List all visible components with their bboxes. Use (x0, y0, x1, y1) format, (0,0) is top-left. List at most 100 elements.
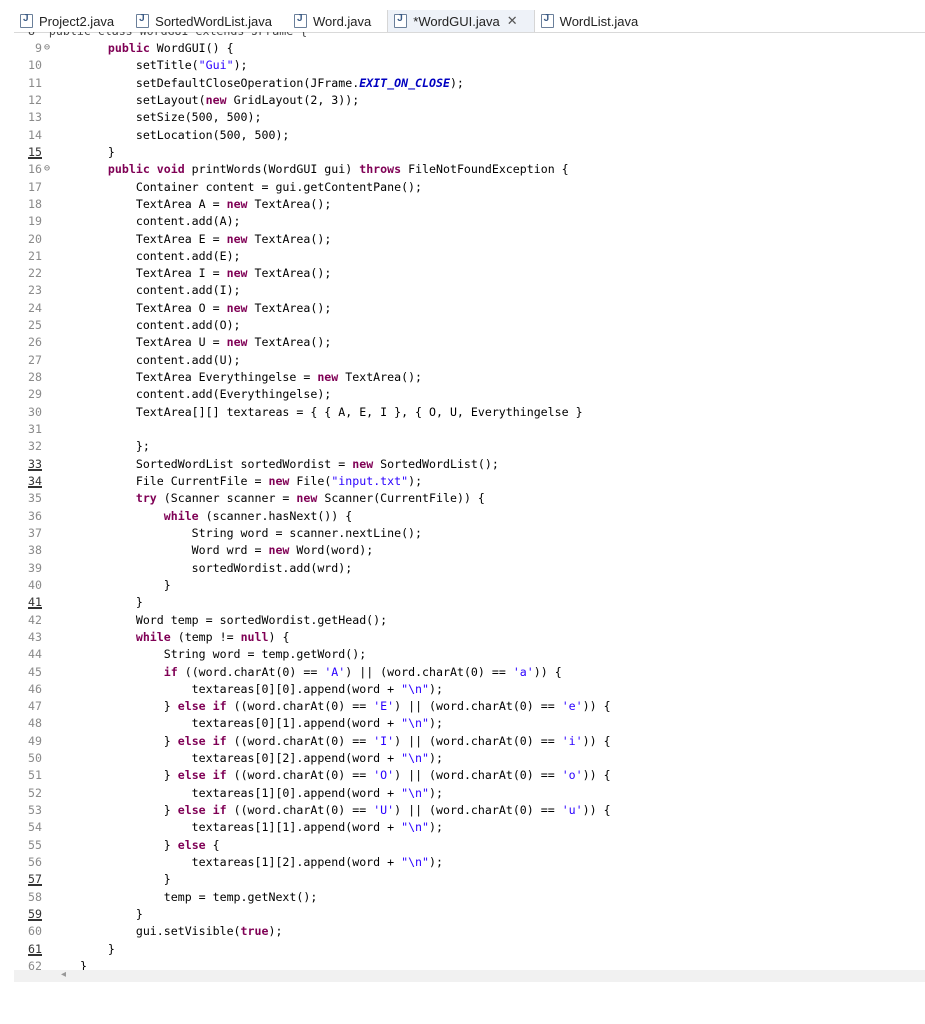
code-token: )) { (533, 664, 562, 679)
code-token: new (226, 335, 248, 350)
tab-wordgui-java[interactable]: *WordGUI.java ✕ (387, 10, 535, 32)
code-text: TextArea Everythingelse = new TextArea()… (80, 369, 422, 386)
code-token: new (226, 266, 248, 281)
code-token: new (352, 456, 374, 471)
tab-label: SortedWordList.java (155, 13, 272, 29)
code-token: ((word.charAt(0) == (226, 768, 374, 783)
line-number: 9 (35, 41, 42, 55)
line-number: 19 (28, 214, 42, 229)
code-token: "\n" (401, 681, 430, 696)
code-text: public void printWords(WordGUI gui) thro… (80, 161, 569, 178)
code-token: setSize(500, 500); (80, 110, 262, 125)
line-number: 41 (28, 595, 42, 610)
code-text: } (80, 577, 171, 594)
code-token: setLocation(500, 500); (80, 127, 290, 142)
code-token: "input.txt" (331, 474, 409, 488)
line-number: 60 (28, 924, 42, 939)
line-number: 23 (28, 283, 42, 298)
tab-sortedwordlist-java[interactable]: SortedWordList.java (130, 10, 288, 32)
code-text: } else if ((word.charAt(0) == 'E') || (w… (80, 698, 611, 715)
code-token: (scanner.hasNext()) { (198, 508, 353, 523)
code-token: )) { (582, 768, 611, 783)
code-token: ); (429, 681, 443, 696)
code-text: TextArea E = new TextArea(); (80, 231, 331, 248)
code-text: sortedWordist.add(wrd); (80, 560, 353, 577)
code-editor[interactable]: 8 public class WordGUI extends JFrame { … (14, 32, 925, 970)
line-number: 58 (28, 889, 42, 904)
code-text: String word = scanner.nextLine(); (80, 525, 422, 542)
code-token: setDefaultCloseOperation(JFrame. (80, 75, 360, 90)
code-token: new (226, 231, 248, 246)
code-text: setTitle("Gui"); (80, 57, 248, 74)
code-text: } (80, 958, 87, 970)
code-token: 'a' (512, 664, 534, 679)
code-token: textareas[1][1].append(word + (80, 820, 402, 835)
code-token: FileNotFoundException { (401, 162, 569, 177)
code-token: new (226, 300, 248, 315)
code-text: Word wrd = new Word(word); (80, 542, 374, 559)
code-token: ); (233, 58, 248, 73)
code-token: ); (429, 716, 443, 731)
code-token: GridLayout(2, 3)); (226, 92, 360, 107)
code-token: Word(word); (289, 543, 374, 558)
code-text: temp = temp.getNext(); (80, 889, 318, 906)
line-number: 20 (28, 231, 42, 246)
code-text: setSize(500, 500); (80, 109, 262, 126)
code-token: )) { (582, 699, 611, 714)
code-token: } (80, 768, 178, 783)
code-token: new (317, 370, 339, 385)
code-text: setLayout(new GridLayout(2, 3)); (80, 92, 359, 109)
code-token: true (240, 924, 269, 939)
close-tab-icon[interactable]: ✕ (507, 13, 518, 29)
line-number: 18 (28, 196, 42, 211)
code-token: new (226, 196, 248, 211)
code-text: TextArea A = new TextArea(); (80, 196, 331, 213)
line-number: 61 (28, 941, 42, 956)
code-token: content.add(U); (80, 352, 241, 367)
code-token: File CurrentFile = (80, 474, 269, 488)
code-token: else if (177, 699, 227, 714)
code-token: TextArea E = (80, 231, 227, 246)
tab-word-java[interactable]: Word.java (288, 10, 387, 32)
code-text: textareas[0][1].append(word + "\n"); (80, 715, 443, 732)
line-number: 39 (28, 560, 42, 575)
code-text: textareas[1][1].append(word + "\n"); (80, 819, 443, 836)
code-token: "\n" (401, 751, 430, 766)
tab-project2-java[interactable]: Project2.java (14, 10, 130, 32)
code-token: "Gui" (198, 58, 234, 73)
code-token: content.add(I); (80, 283, 241, 298)
line-number: 59 (28, 907, 42, 921)
code-text: }; (80, 438, 150, 455)
code-text: textareas[0][0].append(word + "\n"); (80, 681, 443, 698)
code-token: textareas[0][0].append(word + (80, 681, 402, 696)
code-text: public WordGUI() { (80, 40, 234, 57)
code-token: TextArea U = (80, 335, 227, 350)
code-token: 'e' (561, 699, 583, 714)
code-text: File CurrentFile = new File("input.txt")… (80, 473, 422, 490)
line-number: 54 (28, 820, 42, 835)
line-number: 32 (28, 439, 42, 454)
code-token: "\n" (401, 855, 430, 870)
line-number: 47 (28, 699, 42, 714)
horizontal-scrollbar[interactable]: ◂ (14, 969, 925, 982)
code-token: )) { (582, 803, 611, 818)
fold-toggle-icon[interactable]: ⊖ (44, 160, 50, 177)
code-text: String word = temp.getWord(); (80, 646, 366, 663)
code-token: public (107, 41, 150, 55)
line-number: 48 (28, 716, 42, 731)
fold-toggle-icon[interactable]: ⊖ (44, 39, 50, 56)
code-token: )) { (582, 733, 611, 748)
code-token: ) { (268, 629, 290, 644)
code-text: if ((word.charAt(0) == 'A') || (word.cha… (80, 664, 562, 681)
tab-label: *WordGUI.java (413, 13, 500, 29)
code-token: try (135, 491, 157, 506)
code-token: }; (80, 439, 150, 454)
tab-wordlist-java[interactable]: WordList.java (535, 10, 655, 32)
line-number: 10 (28, 58, 42, 73)
code-token: ) || (word.charAt(0) == (394, 699, 562, 714)
partial-code-line: 8 public class WordGUI extends JFrame { (14, 32, 307, 40)
scroll-left-icon[interactable]: ◂ (61, 969, 66, 980)
code-text: content.add(I); (80, 282, 241, 299)
